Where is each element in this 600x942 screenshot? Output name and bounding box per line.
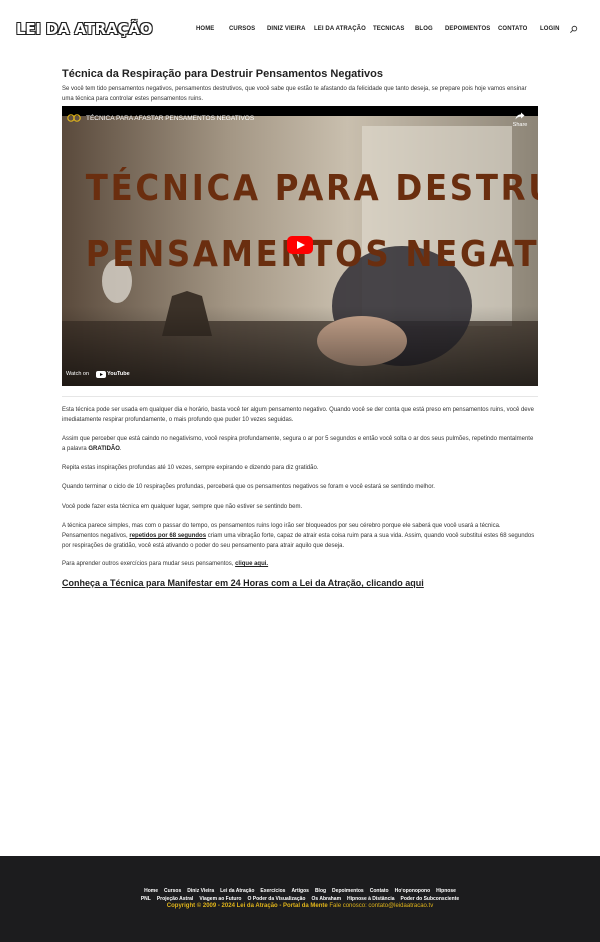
video-title[interactable]: TÉCNICA PARA AFASTAR PENSAMENTOS NEGATIV… [86, 115, 254, 122]
watch-on-label: Watch on [66, 371, 90, 377]
footer-link-pnl[interactable]: PNL [141, 896, 151, 902]
share-label[interactable]: Share [508, 122, 532, 128]
intro-paragraph: Se você tem tido pensamentos negativos, … [62, 86, 527, 102]
nav-contato[interactable]: Contato [498, 26, 527, 32]
youtube-icon [96, 371, 106, 378]
nav-home[interactable]: Home [196, 26, 214, 32]
nav-tecnicas[interactable]: Tecnicas [373, 26, 404, 32]
channel-avatar-icon[interactable] [67, 114, 81, 122]
video-overlay-line-1: TÉCNICA PARA DESTRUIR [85, 168, 538, 209]
gratidao-word: GRATIDÃO [88, 446, 120, 452]
play-button-icon[interactable] [287, 236, 313, 254]
footer-link-os-abraham[interactable]: Os Abraham [311, 896, 341, 902]
site-header: LEI DA ATRAÇÃO Home Cursos Diniz Vieira … [0, 0, 600, 58]
nav-lei-da-atracao[interactable]: Lei da Atração [314, 26, 366, 32]
footer-link-poder-visualizacao[interactable]: O Poder da Visualização [247, 896, 305, 902]
content-divider [62, 396, 538, 397]
copyright-text: Copyright © 2009 - 2024 Lei da Atração -… [166, 903, 328, 909]
paragraph-7: Para aprender outros exercícios para mud… [62, 559, 538, 569]
paragraph-3: Repita estas inspirações profundas até 1… [62, 465, 319, 471]
paragraph-1: Esta técnica pode ser usada em qualquer … [62, 407, 534, 423]
paragraph-2: Assim que perceber que está caindo no ne… [62, 434, 538, 454]
nav-login[interactable]: Login [540, 26, 560, 32]
manifestar-cta-link[interactable]: Conheça a Técnica para Manifestar em 24 … [62, 578, 424, 588]
search-icon[interactable] [569, 25, 578, 34]
footer-link-poder-subconsciente[interactable]: Poder do Subconsciente [401, 896, 460, 902]
paragraph-5: Você pode fazer esta técnica em qualquer… [62, 504, 303, 510]
paragraph-2-end: . [119, 446, 122, 452]
nav-blog[interactable]: Blog [415, 26, 433, 32]
clique-aqui-link[interactable]: clique aqui. [235, 561, 268, 567]
page-title: Técnica da Respiração para Destruir Pens… [62, 68, 383, 80]
footer-link-hipnose-distancia[interactable]: Hipnose à Distância [347, 896, 395, 902]
footer-link-projecao-astral[interactable]: Projeção Astral [157, 896, 194, 902]
youtube-label: YouTube [107, 371, 130, 377]
paragraph-6: A técnica parece simples, mas com o pass… [62, 521, 538, 551]
nav-diniz-vieira[interactable]: Diniz Vieira [267, 26, 306, 32]
paragraph-7-text: Para aprender outros exercícios para mud… [62, 561, 236, 567]
site-footer: Home Cursos Diniz Vieira Lei da Atração Exer… [0, 856, 600, 942]
main-nav: Home Cursos Diniz Vieira Lei da Atração … [0, 26, 600, 36]
footer-link-viagem-ao-futuro[interactable]: Viagem ao Futuro [199, 896, 241, 902]
watch-on-youtube-button[interactable]: Watch on YouTube [66, 370, 136, 380]
contact-email-link[interactable]: Fale conosco: contato@leidaatracao.tv [328, 903, 433, 909]
nav-depoimentos[interactable]: Depoimentos [445, 26, 490, 32]
repetidos-link[interactable]: repetidos por 68 segundos [129, 533, 206, 539]
paragraph-4: Quando terminar o ciclo de 10 respiraçõe… [62, 484, 435, 490]
paragraph-2-text: Assim que perceber que está caindo no ne… [62, 436, 534, 452]
video-player[interactable]: TÉCNICA PARA AFASTAR PENSAMENTOS NEGATIV… [62, 106, 538, 386]
copyright-line: Copyright © 2009 - 2024 Lei da Atração -… [0, 903, 600, 909]
nav-cursos[interactable]: Cursos [229, 26, 255, 32]
share-icon[interactable] [515, 112, 525, 120]
